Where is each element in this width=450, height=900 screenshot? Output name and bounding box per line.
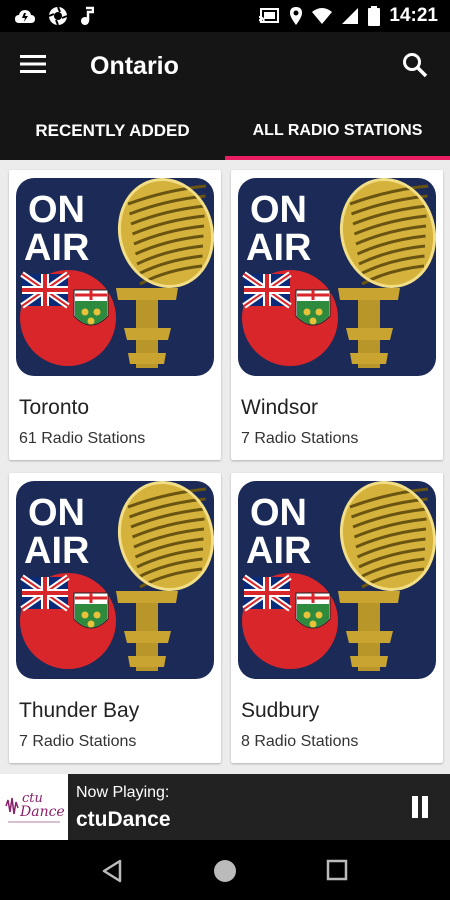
- city-grid: ON AIR Toronto 61 Radio Stations ON AIR Wi…: [0, 160, 450, 774]
- pause-button[interactable]: [410, 796, 430, 818]
- app-title: Ontario: [90, 52, 179, 80]
- tab-all-radio-stations[interactable]: ALL RADIO STATIONS: [225, 102, 450, 160]
- station-count: 8 Radio Stations: [241, 733, 359, 750]
- city-name: Thunder Bay: [19, 699, 140, 722]
- back-button[interactable]: [100, 858, 126, 884]
- search-icon: [403, 53, 428, 78]
- on-air-thumbnail: ONAIR: [238, 481, 436, 679]
- station-count: 61 Radio Stations: [19, 430, 146, 447]
- ontario-flag-circle: [20, 270, 116, 366]
- home-button[interactable]: [212, 858, 238, 884]
- station-count: 7 Radio Stations: [19, 733, 137, 750]
- ontario-flag-circle: [242, 573, 338, 669]
- on-air-text-line1: ON: [28, 492, 85, 534]
- city-name: Windsor: [241, 396, 319, 419]
- on-air-text-line1: ON: [250, 189, 307, 231]
- ontario-flag-circle: [242, 270, 338, 366]
- recents-button[interactable]: [325, 858, 351, 884]
- search-button[interactable]: [402, 52, 430, 80]
- city-card-toronto[interactable]: ON AIR Toronto 61 Radio Stations: [9, 170, 221, 460]
- on-air-text-line2: AIR: [24, 530, 89, 572]
- on-air-text-line2: AIR: [246, 227, 311, 269]
- on-air-text-line1: ON: [250, 492, 307, 534]
- city-card-sudbury[interactable]: ON AIR Sudbury 8 Radio Stations: [231, 473, 443, 763]
- city-name: Toronto: [19, 396, 90, 419]
- on-air-thumbnail: ONAIR: [16, 178, 214, 376]
- status-bar: 14:21: [0, 0, 450, 32]
- on-air-thumbnail: ONAIR: [16, 481, 214, 679]
- on-air-thumbnail: ONAIR: [238, 178, 436, 376]
- on-air-text-line1: ON: [28, 189, 85, 231]
- now-playing-station: ctuDance: [76, 808, 171, 831]
- tab-recently-added[interactable]: RECENTLY ADDED: [0, 102, 225, 160]
- cloud-icon: [15, 10, 35, 23]
- now-playing-bar[interactable]: ctu Dance Now Playing: ctuDance: [0, 774, 450, 840]
- app-bar: Ontario: [0, 32, 450, 102]
- hamburger-menu-icon: [20, 55, 46, 73]
- system-nav-bar: [0, 840, 450, 900]
- recents-icon: [326, 859, 348, 881]
- ontario-flag-circle: [20, 573, 116, 669]
- city-name: Sudbury: [241, 699, 320, 722]
- menu-button[interactable]: [20, 54, 50, 80]
- on-air-text-line2: AIR: [246, 530, 311, 572]
- aperture-icon: [48, 6, 68, 26]
- back-icon: [102, 859, 122, 883]
- status-time: 14:21: [389, 5, 438, 26]
- logo-text-bottom: Dance: [19, 804, 65, 820]
- status-right-icons: 14:21: [258, 5, 438, 27]
- city-card-thunder-bay[interactable]: ON AIR Thunder Bay 7 Radio Stations: [9, 473, 221, 763]
- signal-icon: [342, 8, 359, 24]
- city-card-windsor[interactable]: ON AIR Windsor 7 Radio Stations: [231, 170, 443, 460]
- station-count: 7 Radio Stations: [241, 430, 359, 447]
- wifi-icon: [312, 8, 333, 24]
- cast-icon: [259, 8, 280, 24]
- station-logo: ctu Dance: [0, 774, 68, 840]
- location-icon: [290, 7, 303, 25]
- now-playing-label: Now Playing:: [76, 784, 170, 801]
- music-note-icon: [81, 6, 94, 25]
- home-icon: [214, 860, 236, 882]
- on-air-text-line2: AIR: [24, 227, 89, 269]
- status-left-icons: [14, 6, 94, 26]
- tab-bar: RECENTLY ADDED ALL RADIO STATIONS: [0, 102, 450, 160]
- battery-icon: [368, 6, 381, 26]
